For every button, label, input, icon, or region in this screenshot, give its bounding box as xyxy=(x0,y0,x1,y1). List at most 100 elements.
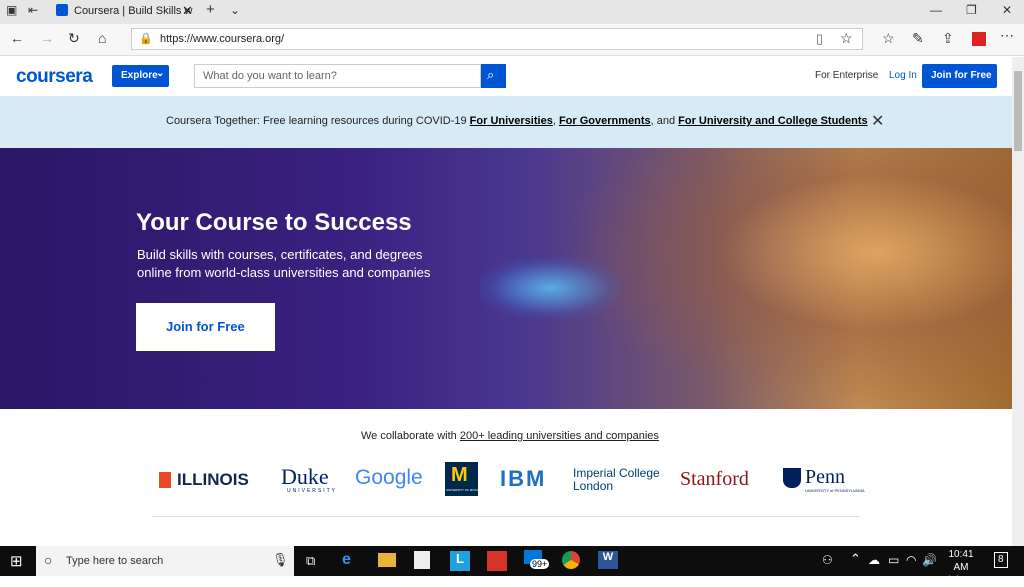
onedrive-icon[interactable]: ☁ xyxy=(868,553,880,567)
microphone-icon[interactable]: 🎙 xyxy=(272,552,289,568)
search-icon: ⌕ xyxy=(487,67,495,82)
mail-icon[interactable]: 99+ xyxy=(524,550,552,572)
battery-icon[interactable]: ▭ xyxy=(888,553,899,567)
banner-lead-text: Coursera Together: Free learning resourc… xyxy=(166,115,470,127)
search-button[interactable]: ⌕ xyxy=(481,64,506,88)
covid-banner: Coursera Together: Free learning resourc… xyxy=(0,96,1012,148)
forward-icon[interactable]: → xyxy=(40,30,54,46)
penn-shield-icon xyxy=(783,468,801,488)
mail-badge: 99+ xyxy=(530,559,550,569)
michigan-logo[interactable]: M UNIVERSITY OF MICHIGAN xyxy=(445,462,485,496)
illinois-i-mark xyxy=(159,472,171,488)
imperial-line2: London xyxy=(573,479,614,493)
clock-time: 10:41 AM xyxy=(948,549,974,573)
browser-tab-bar: ▣ ⇤ Coursera | Build Skills w ✕ + ⌄ — ❐ … xyxy=(0,0,1024,24)
more-icon[interactable]: ⋯ xyxy=(1000,27,1014,44)
join-header-button[interactable]: Join for Free xyxy=(922,64,997,88)
hero-subtitle-line1: Build skills with courses, certificates,… xyxy=(137,247,423,262)
join-hero-label: Join for Free xyxy=(166,319,245,334)
partners-section: We collaborate with 200+ leading univers… xyxy=(0,410,1012,546)
windows-taskbar: ⊞ ○ Type here to search 🎙 ⧉ e L 99+ W ⚇ … xyxy=(0,546,1024,586)
chrome-icon[interactable] xyxy=(562,551,580,569)
app-red-icon[interactable] xyxy=(487,551,507,571)
tab-list-chevron-icon[interactable]: ⌄ xyxy=(230,3,240,17)
penn-sub: UNIVERSITY of PENNSYLVANIA xyxy=(805,488,865,493)
page-scrollbar[interactable] xyxy=(1012,57,1024,546)
favorites-hub-icon[interactable]: ☆ xyxy=(882,30,895,47)
for-students-link[interactable]: For University and College Students xyxy=(678,115,867,127)
partners-link[interactable]: 200+ leading universities and companies xyxy=(460,430,659,442)
back-icon[interactable]: ← xyxy=(10,30,24,46)
hero-subtitle-line2: online from world-class universities and… xyxy=(137,265,431,280)
browser-toolbar: ← → ↻ ⌂ 🔒 https://www.coursera.org/ ▯ ☆ … xyxy=(0,24,1024,56)
store-icon[interactable] xyxy=(414,551,430,569)
file-explorer-icon[interactable] xyxy=(378,553,396,567)
banner-text: Coursera Together: Free learning resourc… xyxy=(166,115,868,127)
penn-text: Penn xyxy=(805,466,845,488)
edge-icon[interactable]: e xyxy=(342,551,351,569)
imperial-logo[interactable]: Imperial College London xyxy=(573,467,660,493)
for-governments-link[interactable]: For Governments xyxy=(559,115,651,127)
michigan-m-mark: M xyxy=(451,464,468,486)
site-header: coursera Explore ⌄ What do you want to l… xyxy=(0,57,1012,95)
volume-icon[interactable]: 🔊 xyxy=(922,553,937,567)
tab-title: Coursera | Build Skills w xyxy=(74,5,193,17)
scrollbar-thumb[interactable] xyxy=(1014,71,1022,151)
search-circle-icon: ○ xyxy=(44,552,53,568)
start-windows-icon[interactable]: ⊞ xyxy=(10,552,23,570)
search-input[interactable]: What do you want to learn? xyxy=(194,64,481,88)
google-logo[interactable]: Google xyxy=(355,466,423,490)
tab-coursera[interactable]: Coursera | Build Skills w ✕ xyxy=(50,0,198,24)
pen-icon[interactable]: ✎ xyxy=(912,30,924,47)
join-hero-button[interactable]: Join for Free xyxy=(136,303,275,351)
for-universities-link[interactable]: For Universities xyxy=(470,115,553,127)
home-icon[interactable]: ⌂ xyxy=(98,30,106,46)
duke-text: Duke xyxy=(281,464,329,489)
close-tab-icon[interactable]: ✕ xyxy=(182,3,193,19)
tab-actions-icon[interactable]: ▣ xyxy=(6,3,17,17)
clock[interactable]: 10:41 AM 7/1/2020 xyxy=(940,548,982,587)
robot-arm-graphic xyxy=(480,258,620,318)
hero-photo xyxy=(560,148,1012,409)
ibm-logo[interactable]: IBM xyxy=(500,466,546,492)
restore-icon[interactable]: ❐ xyxy=(966,3,977,17)
people-icon[interactable]: ⚇ xyxy=(822,553,833,567)
chevron-up-icon[interactable]: ⌃ xyxy=(850,551,861,567)
set-aside-tabs-icon[interactable]: ⇤ xyxy=(28,3,38,17)
address-bar[interactable]: 🔒 https://www.coursera.org/ ▯ ☆ xyxy=(131,28,863,50)
share-icon[interactable]: ⇪ xyxy=(942,30,954,47)
explore-label: Explore xyxy=(121,70,158,81)
chevron-down-icon: ⌄ xyxy=(156,68,165,79)
new-tab-icon[interactable]: + xyxy=(206,1,215,18)
hero-section: Your Course to Success Build skills with… xyxy=(0,148,1012,409)
action-center-icon[interactable]: 8 xyxy=(994,552,1008,568)
divider xyxy=(152,516,860,517)
taskbar-search-box[interactable]: ○ Type here to search 🎙 xyxy=(36,546,294,576)
explore-button[interactable]: Explore ⌄ xyxy=(112,65,169,87)
lock-icon: 🔒 xyxy=(139,33,153,45)
stanford-logo[interactable]: Stanford xyxy=(680,468,749,491)
extension-icon[interactable] xyxy=(972,32,986,46)
duke-sub: UNIVERSITY xyxy=(287,488,338,494)
minimize-icon[interactable]: — xyxy=(930,3,942,17)
coursera-favicon-icon xyxy=(56,4,68,16)
url-text[interactable]: https://www.coursera.org/ xyxy=(160,33,284,45)
wifi-icon[interactable]: ◠ xyxy=(906,553,916,567)
michigan-sub: UNIVERSITY OF MICHIGAN xyxy=(446,488,485,492)
task-view-icon[interactable]: ⧉ xyxy=(306,553,315,569)
partners-intro: We collaborate with 200+ leading univers… xyxy=(361,430,659,442)
hero-title: Your Course to Success xyxy=(136,209,412,236)
partners-intro-text: We collaborate with xyxy=(361,430,460,442)
reading-view-icon[interactable]: ▯ xyxy=(816,31,823,47)
taskbar-search-placeholder: Type here to search xyxy=(66,555,164,567)
coursera-logo[interactable]: coursera xyxy=(16,66,93,88)
close-window-icon[interactable]: ✕ xyxy=(1002,3,1012,17)
for-enterprise-link[interactable]: For Enterprise xyxy=(815,70,878,81)
favorite-star-icon[interactable]: ☆ xyxy=(840,30,853,47)
banner-sep: , and xyxy=(650,115,679,127)
login-link[interactable]: Log In xyxy=(889,70,917,81)
app-l-icon[interactable]: L xyxy=(450,551,470,571)
close-banner-icon[interactable]: ✕ xyxy=(871,111,884,131)
word-icon[interactable]: W xyxy=(598,551,618,569)
refresh-icon[interactable]: ↻ xyxy=(68,30,80,47)
